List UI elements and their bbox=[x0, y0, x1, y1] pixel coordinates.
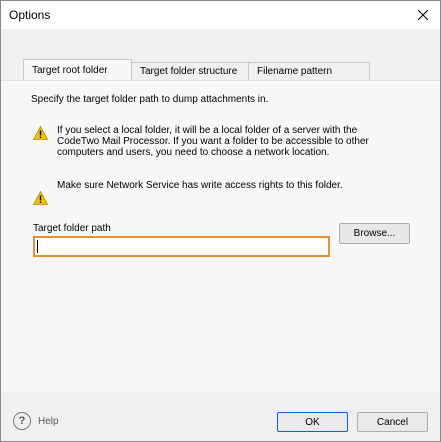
close-icon bbox=[418, 9, 428, 20]
warning-text: Make sure Network Service has write acce… bbox=[57, 180, 343, 191]
warning-text: If you select a local folder, it will be… bbox=[57, 125, 369, 158]
tab-strip: Target root folder Target folder structu… bbox=[23, 59, 370, 80]
panel-description: Specify the target folder path to dump a… bbox=[31, 94, 269, 105]
help-icon: ? bbox=[13, 412, 31, 430]
ok-button[interactable]: OK bbox=[277, 412, 348, 432]
close-button[interactable] bbox=[408, 1, 438, 28]
target-folder-path-label: Target folder path bbox=[33, 223, 111, 234]
title-bar: Options bbox=[1, 1, 440, 29]
tab-panel: Specify the target folder path to dump a… bbox=[1, 80, 440, 392]
warning-icon bbox=[33, 191, 48, 205]
warning-icon bbox=[33, 126, 48, 140]
help-link[interactable]: ? Help bbox=[13, 412, 59, 430]
options-dialog: Options Target root folder Target folder… bbox=[0, 0, 441, 442]
cancel-button[interactable]: Cancel bbox=[357, 412, 428, 432]
dialog-content: Target root folder Target folder structu… bbox=[1, 30, 440, 392]
tab-filename-pattern[interactable]: Filename pattern bbox=[248, 62, 370, 80]
browse-button[interactable]: Browse... bbox=[339, 223, 410, 244]
dialog-footer: ? Help OK Cancel bbox=[1, 392, 440, 441]
tab-label: Target root folder bbox=[32, 64, 108, 76]
text-caret bbox=[37, 240, 38, 253]
tab-target-root-folder[interactable]: Target root folder bbox=[23, 59, 132, 80]
window-title: Options bbox=[9, 8, 51, 22]
tab-label: Filename pattern bbox=[257, 66, 333, 77]
tab-target-folder-structure[interactable]: Target folder structure bbox=[131, 62, 249, 80]
tab-label: Target folder structure bbox=[140, 66, 238, 77]
help-label: Help bbox=[38, 415, 59, 427]
target-folder-path-input[interactable] bbox=[33, 236, 330, 257]
